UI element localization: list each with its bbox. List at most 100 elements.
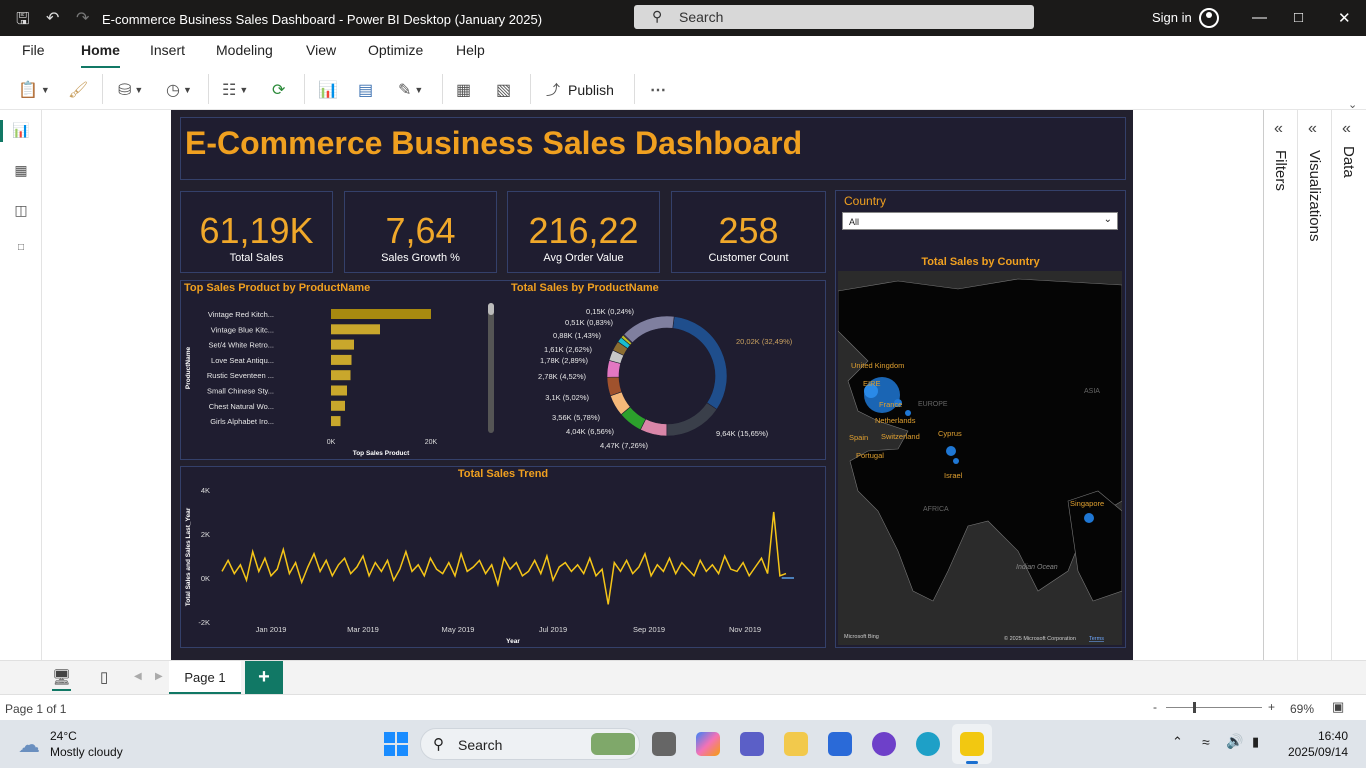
edge-icon[interactable] [916, 732, 940, 756]
menu-insert[interactable]: Insert [150, 42, 185, 58]
clock-date[interactable]: 2025/09/14 [1284, 745, 1348, 759]
map-region-label: ASIA [1084, 388, 1100, 395]
menu-modeling[interactable]: Modeling [216, 42, 273, 58]
filters-pane[interactable]: « Filters [1264, 110, 1298, 660]
close-icon[interactable]: ✕ [1338, 9, 1351, 27]
zoom-in-button[interactable]: + [1268, 700, 1275, 714]
kpi-card[interactable]: 61,19K Total Sales [180, 191, 333, 273]
more-visuals-button[interactable]: ✎ ▼ [398, 78, 423, 102]
menu-help[interactable]: Help [456, 42, 485, 58]
visualizations-pane[interactable]: « Visualizations [1298, 110, 1332, 660]
chart-scrollbar[interactable] [488, 303, 494, 433]
map-bubble[interactable] [1084, 513, 1094, 523]
menu-file[interactable]: File [22, 42, 45, 58]
task-view-icon[interactable] [652, 732, 676, 756]
kpi-label: Customer Count [708, 252, 789, 264]
add-page-button[interactable]: + [245, 661, 283, 695]
github-icon[interactable] [872, 732, 896, 756]
zoom-level[interactable]: 69% [1290, 702, 1314, 716]
weather-desc[interactable]: Mostly cloudy [50, 745, 123, 759]
maximize-icon[interactable]: □ [1294, 9, 1303, 26]
file-explorer-icon[interactable] [784, 732, 808, 756]
donut-data-label: 4,47K (7,26%) [600, 441, 648, 450]
zoom-slider-thumb[interactable] [1193, 702, 1196, 713]
refresh-button[interactable]: ⟳ [272, 78, 285, 102]
weather-temp[interactable]: 24°C [50, 729, 77, 743]
menu-view[interactable]: View [306, 42, 336, 58]
country-dropdown[interactable]: All ⌄ [842, 212, 1118, 230]
next-page-icon[interactable]: ▶ [155, 671, 163, 682]
refresh-icon: ⟳ [272, 82, 286, 99]
quick-measure-button[interactable]: ▧ [496, 78, 511, 102]
powerbi-taskbar-button[interactable] [952, 724, 992, 764]
x-tick-label: Jul 2019 [539, 625, 567, 634]
scrollbar-thumb[interactable] [488, 303, 494, 315]
zoom-out-button[interactable]: - [1153, 700, 1157, 714]
redo-icon[interactable]: ↷ [76, 8, 89, 28]
text-box-button[interactable]: ▤ [358, 78, 373, 102]
new-visual-button[interactable]: 📊 [318, 78, 338, 102]
zoom-slider[interactable] [1166, 702, 1262, 713]
expand-data-icon[interactable]: « [1342, 120, 1351, 138]
kpi-card[interactable]: 7,64 Sales Growth % [344, 191, 497, 273]
battery-icon[interactable]: ▮ [1252, 734, 1259, 750]
publish-button[interactable]: ⤴ Publish [546, 80, 614, 100]
start-icon-tile [384, 732, 395, 743]
trend-chart[interactable]: 4K 2K 0K -2K Jan 2019 Mar 2019 May 2019 Jul 201… [180, 482, 826, 648]
teams-icon[interactable] [740, 732, 764, 756]
chevron-up-icon[interactable]: ⌃ [1172, 734, 1183, 750]
more-options-button[interactable]: ⋯ [650, 78, 666, 102]
data-pane[interactable]: « Data [1332, 110, 1366, 660]
map-country-label: France [879, 400, 902, 409]
model-view-icon[interactable]: ◫ [12, 202, 30, 220]
bar-category-label: Rustic Seventeen ... [207, 371, 274, 380]
account-icon[interactable] [1199, 8, 1219, 28]
paste-button[interactable]: 📋 ▼ [18, 78, 50, 102]
clock-time[interactable]: 16:40 [1302, 729, 1348, 743]
mobile-layout-icon[interactable]: ▯ [100, 668, 108, 686]
expand-visualizations-icon[interactable]: « [1308, 120, 1317, 138]
donut-data-label: 3,1K (5,02%) [545, 393, 589, 402]
new-measure-button[interactable]: ▦ [456, 78, 471, 102]
x-tick-label: May 2019 [442, 625, 475, 634]
y-axis-label: ProductName [185, 346, 192, 389]
bar [331, 385, 347, 396]
report-view-icon[interactable]: 📊 [0, 120, 30, 142]
kpi-value: 216,22 [528, 210, 639, 251]
volume-icon[interactable]: 🔊 [1226, 733, 1243, 750]
get-data-button[interactable]: ⛁ ▼ [118, 78, 143, 102]
taskbar-search[interactable]: ⚲ Search [420, 728, 640, 760]
copilot-icon[interactable] [696, 732, 720, 756]
format-painter-button[interactable]: 🖌 [68, 78, 88, 102]
expand-filters-icon[interactable]: « [1274, 120, 1283, 138]
map-visual[interactable]: Indian Ocean ASIA EUROPE AFRICA United K… [838, 271, 1122, 645]
map-terms-link[interactable]: Terms [1089, 636, 1104, 642]
desktop-layout-icon[interactable]: 🖥 [52, 668, 72, 691]
x-axis-label: Year [506, 638, 520, 645]
prev-page-icon[interactable]: ◀ [134, 671, 142, 682]
sign-in-link[interactable]: Sign in [1152, 10, 1192, 25]
map-bubble[interactable] [946, 446, 956, 456]
menu-home[interactable]: Home [81, 42, 120, 69]
dax-view-icon[interactable]: □ [12, 242, 30, 260]
store-icon[interactable] [828, 732, 852, 756]
recent-sources-button[interactable]: ◷ ▼ [166, 78, 192, 102]
kpi-card[interactable]: 216,22 Avg Order Value [507, 191, 660, 273]
menu-optimize[interactable]: Optimize [368, 42, 423, 58]
transform-data-button[interactable]: ☷ ▼ [222, 78, 248, 102]
donut-chart[interactable]: 20,02K (32,49%) 9,64K (15,65%) 4,47K (7,26… [500, 296, 826, 458]
page-tab[interactable]: Page 1 [169, 661, 241, 695]
fit-to-page-icon[interactable]: ▣ [1332, 699, 1344, 715]
search-input[interactable]: ⚲ Search [634, 5, 1034, 29]
start-icon[interactable] [384, 732, 408, 756]
bar-chart[interactable]: Vintage Red Kitch... Vintage Blue Kitc...… [180, 296, 500, 458]
map-bubble[interactable] [953, 458, 959, 464]
table-view-icon[interactable]: ▦ [12, 162, 30, 180]
right-panes: « Filters « Visualizations « Data [1263, 110, 1366, 660]
kpi-card[interactable]: 258 Customer Count [671, 191, 826, 273]
weather-icon[interactable]: ☁ [18, 732, 40, 758]
undo-icon[interactable]: ↶ [46, 8, 59, 28]
save-icon[interactable]: 🖫 [16, 8, 30, 35]
wifi-icon[interactable]: ≈ [1202, 734, 1210, 750]
minimize-icon[interactable]: — [1252, 9, 1267, 26]
